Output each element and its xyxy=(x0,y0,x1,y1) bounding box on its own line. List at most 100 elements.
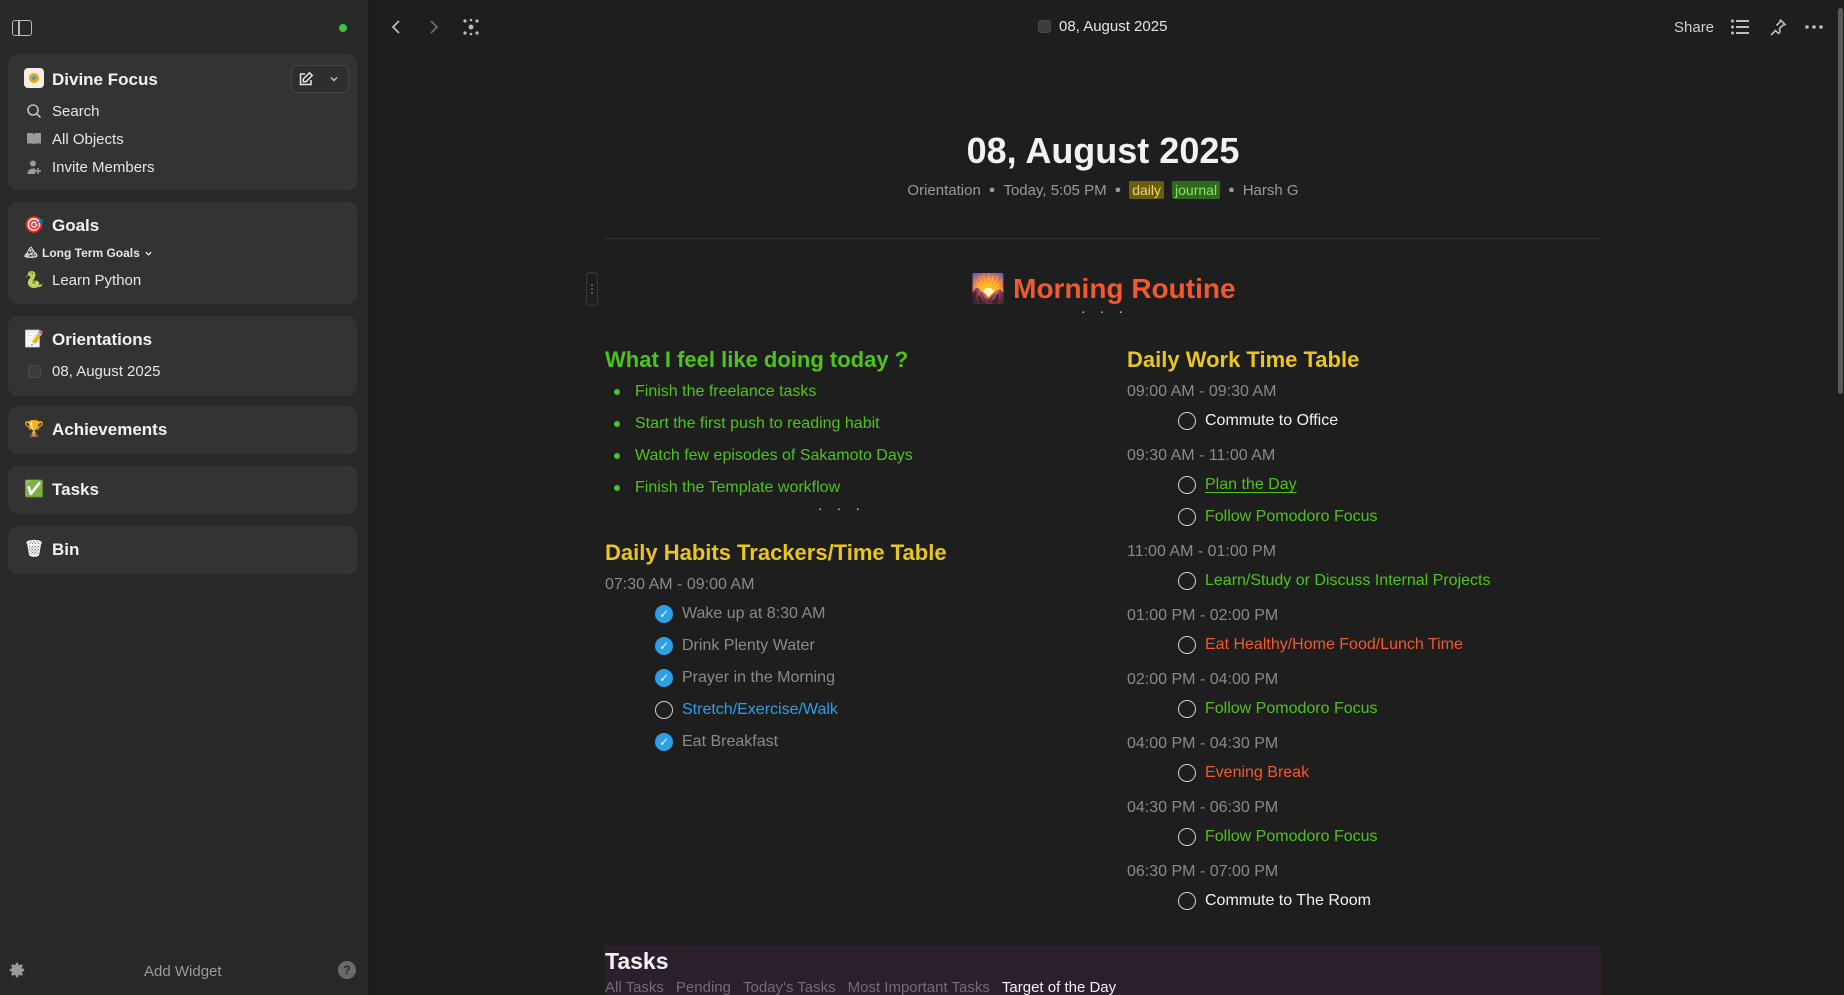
help-button[interactable]: ? xyxy=(338,961,356,979)
list-item[interactable]: Finish the freelance tasks xyxy=(605,380,913,412)
column-divider-dots: ··· xyxy=(1081,303,1137,319)
schedule-todo[interactable]: Follow Pomodoro Focus xyxy=(1178,700,1378,718)
list-item[interactable]: Start the first push to reading habit xyxy=(605,412,913,444)
scrollbar-thumb[interactable] xyxy=(1838,8,1843,394)
schedule-todo[interactable]: Follow Pomodoro Focus xyxy=(1178,508,1378,526)
schedule-todo[interactable]: Eat Healthy/Home Food/Lunch Time xyxy=(1178,636,1463,654)
time-slot: 09:00 AM - 09:30 AM xyxy=(1127,383,1277,400)
block-drag-handle[interactable]: ⋮ xyxy=(586,272,598,306)
tab-target-of-the-day[interactable]: Target of the Day xyxy=(1002,979,1116,995)
sidebar-item-invite-members[interactable]: Invite Members xyxy=(24,158,155,176)
habit-todo[interactable]: ✓ Eat Breakfast xyxy=(655,733,778,751)
space-card: Divine Focus Search All Objects Invite M… xyxy=(8,54,357,190)
tasks-widget[interactable]: ✅ Tasks xyxy=(8,466,357,514)
habit-todo[interactable]: ✓ Drink Plenty Water xyxy=(655,637,815,655)
schedule-todo[interactable]: Commute to Office xyxy=(1178,412,1338,430)
tab-most-important-tasks[interactable]: Most Important Tasks xyxy=(848,979,990,995)
column-divider-dots: ··· xyxy=(818,500,874,516)
feel-heading: What I feel like doing today ? xyxy=(605,347,909,372)
sidebar-toggle-icon[interactable] xyxy=(12,20,32,36)
checkbox-empty-icon[interactable] xyxy=(1178,412,1196,430)
author-name[interactable]: Harsh G xyxy=(1243,182,1299,199)
tag-journal[interactable]: journal xyxy=(1172,181,1221,199)
achievements-widget[interactable]: 🏆 Achievements xyxy=(8,406,357,454)
checkbox-empty-icon[interactable] xyxy=(1178,636,1196,654)
created-time: Today, 5:05 PM xyxy=(1003,181,1107,199)
tab-todays-tasks[interactable]: Today's Tasks xyxy=(743,979,836,995)
todo-label: Eat Breakfast xyxy=(682,733,779,750)
sidebar-item-label: All Objects xyxy=(52,130,124,148)
space-title[interactable]: Divine Focus xyxy=(24,68,158,92)
sidebar-item-search[interactable]: Search xyxy=(24,102,100,120)
todo-label: Prayer in the Morning xyxy=(682,669,835,686)
add-widget-button[interactable]: Add Widget xyxy=(144,963,222,980)
new-object-button[interactable] xyxy=(292,66,320,92)
schedule-todo[interactable]: Learn/Study or Discuss Internal Projects xyxy=(1178,572,1490,590)
goals-widget-title[interactable]: 🎯 Goals xyxy=(24,216,99,236)
pin-icon[interactable] xyxy=(1768,18,1788,36)
checkbox-empty-icon[interactable] xyxy=(1178,476,1196,494)
habit-todo[interactable]: ✓ Wake up at 8:30 AM xyxy=(655,605,825,623)
checkbox-empty-icon[interactable] xyxy=(1178,508,1196,526)
habit-todo[interactable]: Stretch/Exercise/Walk xyxy=(655,701,838,719)
object-type[interactable]: Orientation xyxy=(907,182,980,199)
todo-label: Learn/Study or Discuss Internal Projects xyxy=(1205,572,1491,589)
tab-pending[interactable]: Pending xyxy=(676,979,731,995)
checkbox-empty-icon[interactable] xyxy=(1178,700,1196,718)
divider xyxy=(605,238,1601,239)
gear-icon[interactable] xyxy=(8,961,26,979)
schedule-todo[interactable]: Follow Pomodoro Focus xyxy=(1178,828,1378,846)
checkbox-empty-icon[interactable] xyxy=(1178,572,1196,590)
share-button[interactable]: Share xyxy=(1674,19,1714,36)
habit-todo[interactable]: ✓ Prayer in the Morning xyxy=(655,669,835,687)
checkbox-empty-icon[interactable] xyxy=(1178,828,1196,846)
routine-title: Morning Routine xyxy=(1013,273,1236,304)
checkbox-checked-icon[interactable]: ✓ xyxy=(655,669,673,687)
more-options-icon[interactable] xyxy=(1804,18,1824,36)
page-title[interactable]: 08, August 2025 xyxy=(605,130,1601,172)
goal-item-learn-python[interactable]: 🐍 Learn Python xyxy=(24,272,141,289)
list-item[interactable]: Watch few episodes of Sakamoto Days xyxy=(605,444,913,476)
achievements-widget-title: 🏆 Achievements xyxy=(24,420,167,440)
tasks-set-title[interactable]: Tasks xyxy=(605,948,669,975)
breadcrumb[interactable]: 08, August 2025 xyxy=(1038,18,1167,35)
back-arrow-icon[interactable] xyxy=(388,18,406,36)
checkbox-empty-icon[interactable] xyxy=(655,701,673,719)
edit-icon xyxy=(299,71,314,86)
checkbox-empty-icon[interactable] xyxy=(1178,764,1196,782)
todo-label: Stretch/Exercise/Walk xyxy=(682,701,838,718)
tab-all-tasks[interactable]: All Tasks xyxy=(605,979,664,995)
tag-daily[interactable]: daily xyxy=(1129,181,1165,199)
bin-widget[interactable]: 🗑 Bin xyxy=(8,526,357,574)
goal-item-label: Learn Python xyxy=(52,272,142,289)
separator-dot: ● xyxy=(1114,184,1122,196)
forward-arrow-icon[interactable] xyxy=(424,18,442,36)
goals-widget: 🎯 Goals 🏔 Long Term Goals 🐍 Learn Python xyxy=(8,202,357,304)
schedule-todo[interactable]: Plan the Day xyxy=(1178,476,1297,494)
checkbox-checked-icon[interactable]: ✓ xyxy=(655,733,673,751)
breadcrumb-title: 08, August 2025 xyxy=(1059,18,1168,35)
new-object-dropdown[interactable] xyxy=(320,66,348,92)
orientations-widget-title[interactable]: 📝 Orientations xyxy=(24,330,152,350)
time-slot: 04:30 PM - 06:30 PM xyxy=(1127,799,1279,816)
sidebar: Divine Focus Search All Objects Invite M… xyxy=(0,0,369,995)
tasks-inline-set: Tasks All Tasks Pending Today's Tasks Mo… xyxy=(605,946,1601,995)
morning-routine-heading: 🌄 Morning Routine xyxy=(605,272,1601,305)
note-checkbox-icon xyxy=(1038,20,1051,33)
checkbox-empty-icon[interactable] xyxy=(1178,892,1196,910)
checkbox-checked-icon[interactable]: ✓ xyxy=(655,605,673,623)
schedule-todo[interactable]: Commute to The Room xyxy=(1178,892,1371,910)
long-term-goals-label: Long Term Goals xyxy=(42,246,140,260)
widget-title-label: Bin xyxy=(52,540,80,559)
long-term-goals-toggle[interactable]: 🏔 Long Term Goals xyxy=(24,246,153,260)
search-icon xyxy=(24,102,44,120)
graph-icon[interactable] xyxy=(462,18,480,36)
trophy-icon: 🏆 xyxy=(24,421,44,438)
checkbox-checked-icon[interactable]: ✓ xyxy=(655,637,673,655)
schedule-todo[interactable]: Evening Break xyxy=(1178,764,1309,782)
sidebar-item-all-objects[interactable]: All Objects xyxy=(24,130,124,148)
orientation-item[interactable]: 08, August 2025 xyxy=(24,362,160,380)
todo-link-label[interactable]: Plan the Day xyxy=(1205,476,1297,494)
list-icon[interactable] xyxy=(1730,18,1750,36)
todo-label: Eat Healthy/Home Food/Lunch Time xyxy=(1205,636,1463,653)
